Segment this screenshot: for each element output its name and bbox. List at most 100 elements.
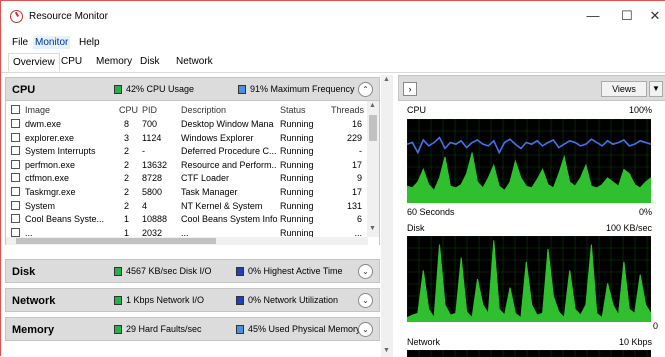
resource-monitor-icon xyxy=(10,10,23,23)
tab-bar: Overview CPU Memory Disk Network xyxy=(1,51,665,73)
graphs-header: › Views ▼ xyxy=(398,75,665,101)
cpu-graph-time: 60 Seconds xyxy=(407,207,455,217)
horizontal-scrollbar-thumb[interactable] xyxy=(16,238,216,244)
window-title: Resource Monitor xyxy=(29,11,108,22)
disk-io-stat: 4567 KB/sec Disk I/O xyxy=(114,266,212,276)
cell-threads: - xyxy=(359,146,362,157)
views-button[interactable]: Views xyxy=(601,81,647,97)
column-header-threads[interactable]: Threads xyxy=(331,105,364,115)
column-header-status[interactable]: Status xyxy=(280,105,306,115)
cell-status: Running xyxy=(280,132,314,143)
cell-threads: 17 xyxy=(351,159,362,170)
views-dropdown-icon[interactable]: ▼ xyxy=(649,81,663,97)
disk-active-stat: 0% Highest Active Time xyxy=(236,266,343,276)
table-header: Image CPU PID Description Status Threads xyxy=(6,103,368,117)
tab-network[interactable]: Network xyxy=(176,56,213,67)
cell-cpu: 2 xyxy=(124,159,130,170)
scroll-down-icon[interactable]: ▼ xyxy=(369,225,376,232)
disk-section-header[interactable]: Disk 4567 KB/sec Disk I/O 0% Highest Act… xyxy=(5,259,380,283)
minimize-button[interactable]: — xyxy=(579,7,607,25)
left-pane-scrollbar[interactable]: ▲ ▼ xyxy=(381,75,393,357)
expand-icon[interactable]: ⌄ xyxy=(358,264,373,279)
row-checkbox[interactable] xyxy=(11,173,20,183)
cpu-section-title: CPU xyxy=(12,84,36,96)
cell-pid: 13632 xyxy=(142,159,168,170)
memory-section-header[interactable]: Memory 29 Hard Faults/sec 45% Used Physi… xyxy=(5,317,380,341)
table-row[interactable]: explorer.exe 3 1124 Windows Explorer Running… xyxy=(6,131,368,145)
cell-image: explorer.exe xyxy=(25,132,75,143)
cell-description: Windows Explorer xyxy=(181,132,254,143)
menu-help[interactable]: Help xyxy=(77,36,102,49)
disk-graph-min: 0 xyxy=(652,321,658,331)
disk-section-title: Disk xyxy=(12,266,36,278)
table-horizontal-scrollbar[interactable] xyxy=(6,237,368,245)
row-checkbox[interactable] xyxy=(11,159,20,169)
row-checkbox[interactable] xyxy=(11,119,20,128)
cell-image: dwm.exe xyxy=(25,119,62,129)
cell-status: Running xyxy=(280,187,314,197)
cell-threads: 9 xyxy=(356,173,362,184)
table-row[interactable]: perfmon.exe 2 13632 Resource and Perform...… xyxy=(6,158,368,172)
menu-file[interactable]: File xyxy=(10,36,30,49)
scrollbar-thumb[interactable] xyxy=(369,115,377,141)
table-row[interactable]: Cool Beans Syste... 1 10888 Cool Beans Syst… xyxy=(6,212,368,226)
cpu-graph-label: CPU xyxy=(407,105,427,115)
table-row[interactable]: System Interrupts 2 - Deferred Procedure C.… xyxy=(6,144,368,158)
collapse-icon[interactable]: ⌃ xyxy=(358,82,373,97)
cell-threads: 131 xyxy=(346,200,362,211)
select-all-checkbox[interactable] xyxy=(11,105,20,114)
maximize-button[interactable]: ☐ xyxy=(613,7,641,25)
cell-status: Running xyxy=(280,119,314,129)
network-section-header[interactable]: Network 1 Kbps Network I/O 0% Network Ut… xyxy=(5,288,380,312)
network-io-swatch xyxy=(114,295,122,305)
network-section-title: Network xyxy=(12,295,56,307)
cell-pid: 700 xyxy=(142,119,158,129)
disk-graph xyxy=(407,236,651,322)
scroll-up-icon[interactable]: ▲ xyxy=(369,102,376,109)
cell-cpu: 2 xyxy=(124,200,130,211)
row-checkbox[interactable] xyxy=(11,227,20,237)
column-header-cpu[interactable]: CPU xyxy=(119,105,138,115)
row-checkbox[interactable] xyxy=(11,146,20,156)
disk-active-text: 0% Highest Active Time xyxy=(248,266,343,276)
column-header-image[interactable]: Image xyxy=(25,105,50,115)
cell-description: CTF Loader xyxy=(181,173,230,184)
scroll-down-icon[interactable]: ▼ xyxy=(383,347,390,354)
network-utilization-swatch xyxy=(236,295,244,305)
row-checkbox[interactable] xyxy=(11,214,20,224)
expand-arrow-icon[interactable]: › xyxy=(403,82,417,96)
cpu-section-header[interactable]: CPU 42% CPU Usage 91% Maximum Frequency … xyxy=(5,77,380,101)
tab-disk[interactable]: Disk xyxy=(140,56,159,67)
row-checkbox[interactable] xyxy=(11,200,20,210)
cpu-graph-min: 0% xyxy=(638,207,652,217)
network-utilization-stat: 0% Network Utilization xyxy=(236,295,338,305)
column-header-pid[interactable]: PID xyxy=(142,105,157,115)
cell-pid: 8728 xyxy=(142,173,163,184)
cpu-usage-stat: 42% CPU Usage xyxy=(114,84,194,94)
table-row[interactable]: dwm.exe 8 700 Desktop Window Mana Running 16 xyxy=(6,117,368,131)
table-row[interactable]: System 2 4 NT Kernel & System Running 131 xyxy=(6,199,368,213)
row-checkbox[interactable] xyxy=(11,132,20,142)
close-button[interactable]: ✕ xyxy=(641,7,665,25)
table-row[interactable]: Taskmgr.exe 2 5800 Task Manager Running 17 xyxy=(6,185,368,199)
cell-image: ctfmon.exe xyxy=(25,173,70,184)
table-vertical-scrollbar[interactable]: ▲ ▼ xyxy=(367,101,379,237)
cpu-process-table: Image CPU PID Description Status Threads… xyxy=(5,101,380,245)
cpu-frequency-stat: 91% Maximum Frequency xyxy=(238,84,355,94)
column-header-description[interactable]: Description xyxy=(181,105,226,115)
row-checkbox[interactable] xyxy=(11,187,20,196)
tab-overview[interactable]: Overview xyxy=(8,53,60,72)
table-row[interactable]: ctfmon.exe 2 8728 CTF Loader Running 9 xyxy=(6,171,368,185)
cell-image: System xyxy=(25,200,56,211)
cell-cpu: 2 xyxy=(124,187,130,197)
expand-icon[interactable]: ⌄ xyxy=(358,293,373,308)
cell-image: System Interrupts xyxy=(25,146,96,157)
cell-status: Running xyxy=(280,173,314,184)
scroll-up-icon[interactable]: ▲ xyxy=(383,76,390,83)
cell-description: Cool Beans System Info xyxy=(181,214,277,225)
menu-monitor[interactable]: Monitor xyxy=(33,36,71,49)
physical-memory-text: 45% Used Physical Memory xyxy=(248,324,361,334)
expand-icon[interactable]: ⌄ xyxy=(358,322,373,337)
tab-memory[interactable]: Memory xyxy=(96,56,132,67)
tab-cpu[interactable]: CPU xyxy=(61,56,82,67)
